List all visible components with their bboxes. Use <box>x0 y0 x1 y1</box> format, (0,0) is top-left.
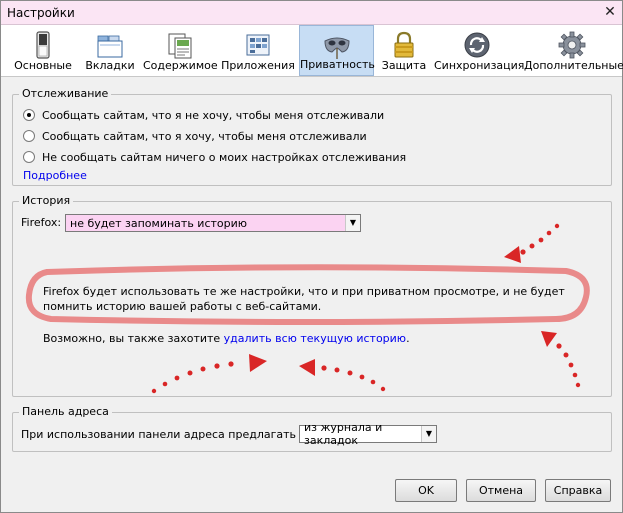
history-mode-select[interactable]: не будет запоминать историю ▼ <box>65 214 361 232</box>
tracking-group: Отслеживание Сообщать сайтам, что я не х… <box>12 87 612 186</box>
tab-security[interactable]: Защита <box>378 25 430 76</box>
tab-tabs[interactable]: Вкладки <box>81 25 139 76</box>
tracking-group-title: Отслеживание <box>19 87 112 100</box>
tab-label: Содержимое <box>143 59 218 72</box>
tab-applications[interactable]: Приложения <box>221 25 295 76</box>
tabs-icon <box>97 35 123 58</box>
tab-general[interactable]: Основные <box>9 25 77 76</box>
clear-history-prefix: Возможно, вы также захотите <box>43 332 224 345</box>
history-group-title: История <box>19 194 74 207</box>
addressbar-group: Панель адреса При использовании панели а… <box>12 405 612 452</box>
tab-privacy[interactable]: Приватность <box>299 25 375 76</box>
tab-label: Приватность <box>300 58 375 71</box>
preferences-window: Настройки ✕ Основные Вкладки Содержимое … <box>0 0 623 513</box>
switch-icon <box>36 31 50 59</box>
clear-history-link[interactable]: удалить всю текущую историю <box>224 332 406 345</box>
title-bar: Настройки ✕ <box>1 1 622 25</box>
preferences-toolbar: Основные Вкладки Содержимое Приложения П… <box>1 25 623 77</box>
radio-button[interactable] <box>23 151 35 163</box>
content-icon <box>168 33 192 59</box>
tab-label: Защита <box>381 59 427 72</box>
tab-label: Дополнительные <box>524 59 623 72</box>
firefox-label: Firefox: <box>21 216 62 229</box>
addressbar-suggest-value: из журнала и закладок <box>304 421 383 447</box>
clear-history-line: Возможно, вы также захотите удалить всю … <box>43 332 410 345</box>
window-title: Настройки <box>7 6 75 20</box>
close-button[interactable]: ✕ <box>602 5 618 21</box>
lock-icon <box>394 31 414 58</box>
cancel-button[interactable]: Отмена <box>466 479 536 502</box>
radio-button[interactable] <box>23 109 35 121</box>
chevron-down-icon[interactable]: ▼ <box>345 215 360 231</box>
addressbar-group-title: Панель адреса <box>19 405 112 418</box>
clear-history-suffix: . <box>406 332 410 345</box>
tracking-option-no-preference[interactable]: Не сообщать сайтам ничего о моих настрой… <box>23 149 406 165</box>
tracking-more-link[interactable]: Подробнее <box>23 169 87 182</box>
history-description: Firefox будет использовать те же настрой… <box>43 285 565 313</box>
ok-button[interactable]: OK <box>395 479 457 502</box>
history-group: История Firefox: не будет запоминать ист… <box>12 194 612 397</box>
tab-sync[interactable]: Синхронизация <box>434 25 525 76</box>
tracking-option-do-not-track[interactable]: Сообщать сайтам, что я не хочу, чтобы ме… <box>23 107 384 123</box>
applications-icon <box>246 34 270 56</box>
chevron-down-icon[interactable]: ▼ <box>421 426 436 442</box>
radio-label: Сообщать сайтам, что я не хочу, чтобы ме… <box>42 108 385 122</box>
mask-icon <box>323 37 350 59</box>
radio-label: Сообщать сайтам, что я хочу, чтобы меня … <box>42 129 367 143</box>
tab-label: Приложения <box>221 59 295 72</box>
help-button[interactable]: Справка <box>545 479 611 502</box>
addressbar-label: При использовании панели адреса предлага… <box>21 428 345 441</box>
addressbar-suggest-select[interactable]: из журнала и закладок ▼ <box>299 421 437 447</box>
tab-label: Вкладки <box>85 59 135 72</box>
history-mode-value: не будет запоминать историю <box>70 216 248 230</box>
tracking-option-allow-track[interactable]: Сообщать сайтам, что я хочу, чтобы меня … <box>23 128 367 144</box>
tab-advanced[interactable]: Дополнительные <box>524 25 623 76</box>
radio-button[interactable] <box>23 130 35 142</box>
tab-content[interactable]: Содержимое <box>143 25 218 76</box>
sync-icon <box>464 32 490 58</box>
radio-label: Не сообщать сайтам ничего о моих настрой… <box>42 150 407 164</box>
tab-label: Синхронизация <box>434 59 525 72</box>
tab-label: Основные <box>14 59 72 72</box>
gear-icon <box>558 31 586 59</box>
